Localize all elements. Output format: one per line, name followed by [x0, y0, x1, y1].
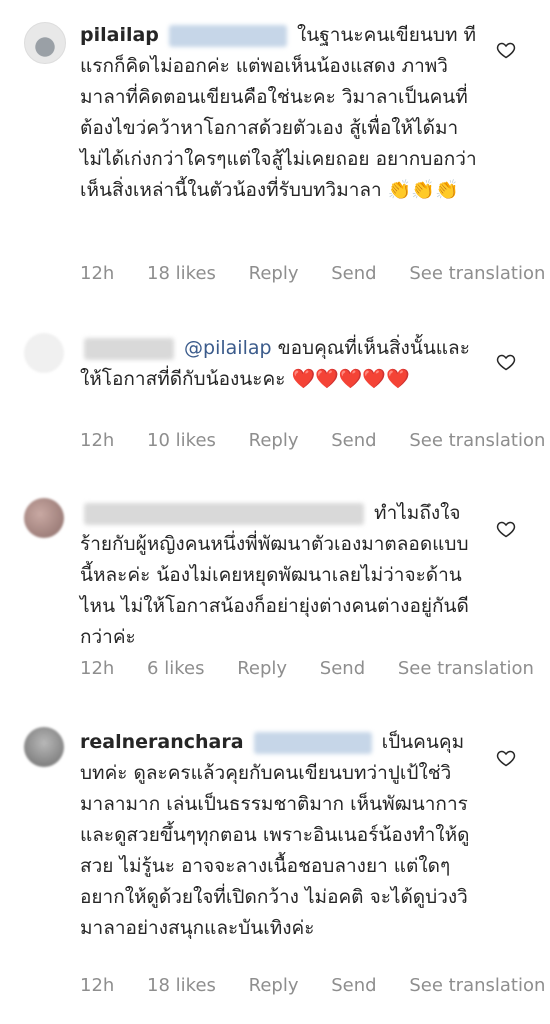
send-button[interactable]: Send	[331, 975, 376, 996]
comment-likes[interactable]: 6 likes	[147, 658, 204, 679]
reply-button[interactable]: Reply	[249, 975, 299, 996]
see-translation-link[interactable]: See translation	[409, 263, 545, 284]
comment-text: @pilailap ขอบคุณที่เห็นสิ่งนั้นและให้โอก…	[80, 333, 480, 395]
clap-emoji: 👏👏👏	[387, 179, 459, 201]
heart-icon[interactable]	[496, 40, 516, 60]
comment-text: pilailap ในฐานะคนเขียนบท ทีแรกก็คิดไม่ออ…	[80, 20, 480, 206]
redacted-name	[84, 337, 174, 360]
heart-emoji: ❤️❤️❤️❤️❤️	[291, 368, 410, 390]
send-button[interactable]: Send	[331, 430, 376, 451]
comment-meta: 12h 10 likes Reply Send See translation	[80, 430, 545, 454]
see-translation-link[interactable]: See translation	[409, 975, 545, 996]
send-button[interactable]: Send	[320, 658, 365, 679]
comment-time: 12h	[80, 263, 115, 284]
reply-button[interactable]: Reply	[237, 658, 287, 679]
avatar[interactable]	[24, 727, 64, 767]
comment-body: เป็นคนคุมบทค่ะ ดูละครแล้วคุยกับคนเขียนบท…	[80, 731, 470, 939]
comment-time: 12h	[80, 658, 115, 679]
reply-button[interactable]: Reply	[249, 430, 299, 451]
comment-mention[interactable]: @pilailap	[184, 337, 272, 359]
avatar[interactable]	[24, 498, 64, 538]
avatar[interactable]	[24, 333, 64, 373]
see-translation-link[interactable]: See translation	[398, 658, 534, 679]
comment-likes[interactable]: 18 likes	[147, 263, 216, 284]
comment-meta: 12h 18 likes Reply Send See translation	[80, 263, 545, 287]
redacted-name	[168, 24, 287, 47]
comment-meta: 12h 18 likes Reply Send See translation	[80, 975, 545, 999]
comment-text: realneranchara เป็นคนคุมบทค่ะ ดูละครแล้ว…	[80, 727, 480, 944]
comment-meta: 12h 6 likes Reply Send See translation	[80, 658, 534, 682]
comment-likes[interactable]: 10 likes	[147, 430, 216, 451]
avatar[interactable]	[24, 22, 66, 64]
heart-icon[interactable]	[496, 519, 516, 539]
send-button[interactable]: Send	[331, 263, 376, 284]
comment-username[interactable]: realneranchara	[80, 731, 244, 753]
comment-time: 12h	[80, 430, 115, 451]
reply-button[interactable]: Reply	[249, 263, 299, 284]
comment-username[interactable]: pilailap	[80, 24, 159, 46]
heart-icon[interactable]	[496, 748, 516, 768]
redacted-name	[253, 731, 372, 754]
comment-text: ทำไมถึงใจร้ายกับผู้หญิงคนหนึ่งพี่พัฒนาตั…	[80, 498, 480, 653]
see-translation-link[interactable]: See translation	[409, 430, 545, 451]
comment-time: 12h	[80, 975, 115, 996]
comment-likes[interactable]: 18 likes	[147, 975, 216, 996]
redacted-name	[84, 502, 364, 525]
heart-icon[interactable]	[496, 352, 516, 372]
